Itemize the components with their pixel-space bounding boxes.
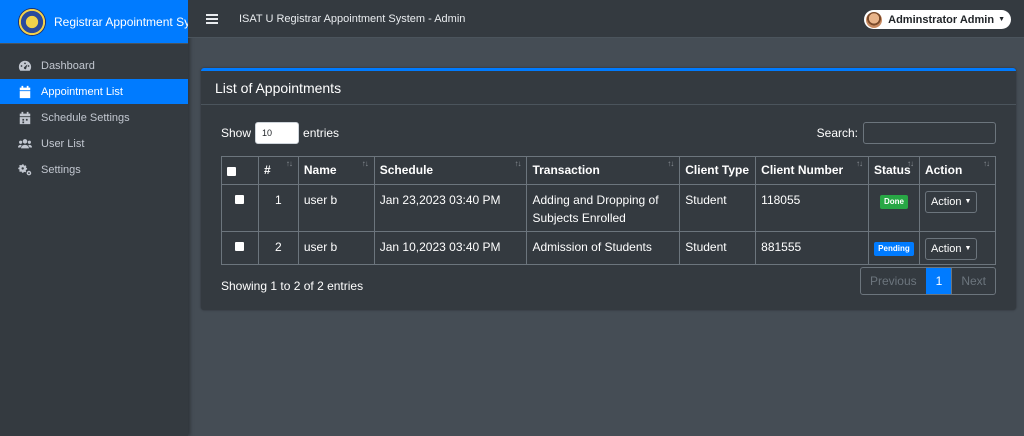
top-navbar: ISAT U Registrar Appointment System - Ad… — [188, 0, 1024, 38]
sidebar-item-user-list[interactable]: User List — [0, 131, 188, 156]
row-schedule: Jan 23,2023 03:40 PM — [373, 184, 528, 232]
sort-icon: ↑↓ — [667, 159, 674, 168]
status-badge: Done — [879, 195, 908, 209]
calendar-settings-icon — [17, 111, 33, 125]
previous-page-button[interactable]: Previous — [861, 268, 926, 294]
sidebar-item-label: Dashboard — [41, 59, 95, 72]
row-client-type: Student — [679, 184, 757, 232]
row-number: 2 — [257, 231, 299, 265]
row-client-type: Student — [679, 231, 757, 265]
row-checkbox[interactable] — [235, 242, 245, 251]
sidebar-item-label: Appointment List — [41, 85, 123, 98]
user-dropdown[interactable]: Adminstrator Admin ▼ — [864, 10, 1011, 29]
select-all-header[interactable] — [221, 156, 259, 185]
sort-icon: ↑↓ — [361, 159, 369, 168]
column-header-schedule[interactable]: Schedule ↑↓ — [373, 156, 528, 185]
length-control: Show 10 entries — [221, 122, 339, 144]
row-checkbox[interactable] — [235, 195, 245, 204]
sort-icon: ↑↓ — [285, 159, 293, 168]
search-control: Search: — [817, 122, 996, 144]
sidebar-item-label: Schedule Settings — [41, 111, 130, 124]
avatar — [866, 11, 883, 28]
column-header-client-number[interactable]: Client Number ↑↓ — [755, 156, 869, 185]
card-title: List of Appointments — [201, 71, 1016, 105]
select-all-checkbox[interactable] — [227, 167, 236, 176]
school-logo — [18, 7, 46, 36]
caret-down-icon: ▼ — [998, 16, 1005, 23]
caret-down-icon: ▼ — [964, 198, 972, 205]
menu-toggle-icon[interactable] — [206, 13, 218, 24]
row-client-number: 881555 — [755, 231, 869, 265]
tachometer-icon — [17, 59, 33, 73]
entries-select[interactable]: 10 — [255, 122, 300, 144]
entries-label: entries — [303, 126, 340, 140]
search-label: Search: — [816, 126, 858, 140]
cogs-icon — [17, 163, 33, 177]
column-header-action[interactable]: Action ↑↓ — [918, 156, 997, 185]
sidebar-item-label: User List — [41, 137, 85, 150]
row-transaction: Admission of Students — [526, 231, 681, 265]
column-header-transaction[interactable]: Transaction ↑↓ — [526, 156, 681, 185]
sort-icon: ↑↓ — [514, 159, 521, 168]
row-number: 1 — [257, 184, 299, 232]
table-header-row: # ↑↓ Name ↑↓ Schedule ↑↓ Transaction ↑↓ Clie… — [221, 156, 997, 185]
sidebar-nav: Dashboard Appointment List Schedule Sett… — [0, 44, 188, 182]
sidebar-item-appointment-list[interactable]: Appointment List — [0, 79, 188, 104]
sidebar-item-dashboard[interactable]: Dashboard — [0, 53, 188, 78]
sort-icon: ↑↓ — [983, 159, 990, 168]
user-name: Adminstrator Admin — [888, 13, 995, 26]
row-client-number: 118055 — [755, 184, 869, 232]
appointments-card: List of Appointments Show 10 entries Sea… — [201, 68, 1016, 310]
sidebar-item-label: Settings — [41, 163, 81, 176]
status-badge: Pending — [874, 242, 914, 256]
brand-link[interactable]: Registrar Appointment System — [0, 0, 216, 44]
search-input[interactable] — [863, 122, 996, 144]
table-row: 2 user b Jan 10,2023 03:40 PM Admission … — [221, 231, 997, 265]
page-1-button[interactable]: 1 — [925, 268, 952, 294]
column-header-status[interactable]: Status ↑↓ — [867, 156, 920, 185]
table-info: Showing 1 to 2 of 2 entries — [221, 279, 364, 293]
show-label: Show — [221, 126, 252, 140]
next-page-button[interactable]: Next — [951, 268, 995, 294]
sidebar-item-schedule-settings[interactable]: Schedule Settings — [0, 105, 188, 130]
sidebar-item-settings[interactable]: Settings — [0, 157, 188, 182]
appointments-table: # ↑↓ Name ↑↓ Schedule ↑↓ Transaction ↑↓ Clie… — [221, 156, 997, 265]
page-title: ISAT U Registrar Appointment System - Ad… — [239, 12, 466, 25]
pagination: Previous 1 Next — [859, 267, 996, 295]
sidebar: Registrar Appointment System Dashboard A… — [0, 0, 216, 436]
column-header-client-type[interactable]: Client Type — [679, 156, 757, 185]
action-button[interactable]: Action ▼ — [924, 238, 978, 260]
sort-icon: ↑↓ — [906, 159, 914, 168]
caret-down-icon: ▼ — [964, 245, 972, 252]
column-header-number[interactable]: # ↑↓ — [257, 156, 299, 185]
calendar-icon — [17, 85, 33, 99]
table-row: 1 user b Jan 23,2023 03:40 PM Adding and… — [221, 184, 997, 232]
users-icon — [17, 137, 33, 151]
action-button[interactable]: Action ▼ — [924, 191, 978, 213]
row-transaction: Adding and Dropping of Subjects Enrolled — [526, 184, 681, 232]
column-header-name[interactable]: Name ↑↓ — [297, 156, 375, 185]
sort-icon: ↑↓ — [855, 159, 863, 168]
row-name: user b — [297, 184, 375, 232]
row-name: user b — [297, 231, 375, 265]
row-schedule: Jan 10,2023 03:40 PM — [373, 231, 528, 265]
